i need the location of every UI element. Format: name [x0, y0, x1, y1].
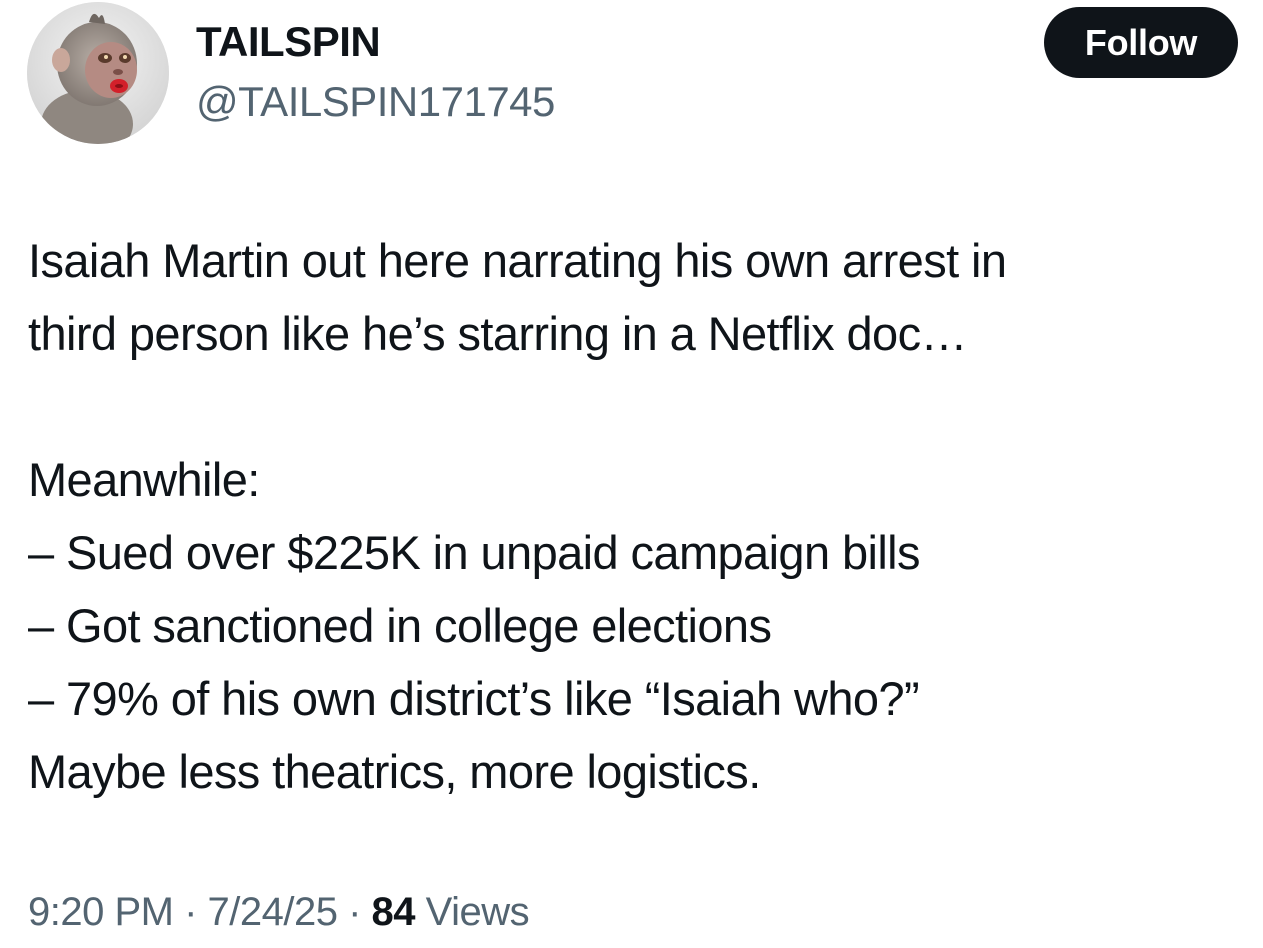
- tweet-line: – Sued over $225K in unpaid campaign bil…: [28, 526, 921, 579]
- tweet-text: Isaiah Martin out here narrating his own…: [28, 224, 1238, 808]
- meta-separator: ·: [173, 890, 208, 934]
- meta-separator: ·: [337, 890, 372, 934]
- tweet-line: – Got sanctioned in college elections: [28, 599, 772, 652]
- follow-button[interactable]: Follow: [1044, 7, 1238, 78]
- display-name[interactable]: TAILSPIN: [196, 16, 381, 68]
- tweet-line: – 79% of his own district’s like “Isaiah…: [28, 672, 920, 725]
- tweet-line: third person like he’s starring in a Net…: [28, 307, 968, 360]
- tweet-line: Maybe less theatrics, more logistics.: [28, 745, 761, 798]
- monkey-avatar-icon: [27, 2, 169, 144]
- avatar[interactable]: [27, 2, 169, 144]
- views-count[interactable]: 84: [372, 890, 416, 934]
- tweet-meta: 9:20 PM · 7/24/25 · 84 Views: [28, 886, 530, 938]
- views-label: Views: [415, 890, 530, 934]
- tweet-time[interactable]: 9:20 PM: [28, 890, 174, 934]
- tweet-line: Meanwhile:: [28, 453, 260, 506]
- tweet-date[interactable]: 7/24/25: [208, 890, 338, 934]
- tweet-line: Isaiah Martin out here narrating his own…: [28, 234, 1007, 287]
- user-handle[interactable]: @TAILSPIN171745: [196, 76, 555, 128]
- tweet-line: [28, 370, 1238, 443]
